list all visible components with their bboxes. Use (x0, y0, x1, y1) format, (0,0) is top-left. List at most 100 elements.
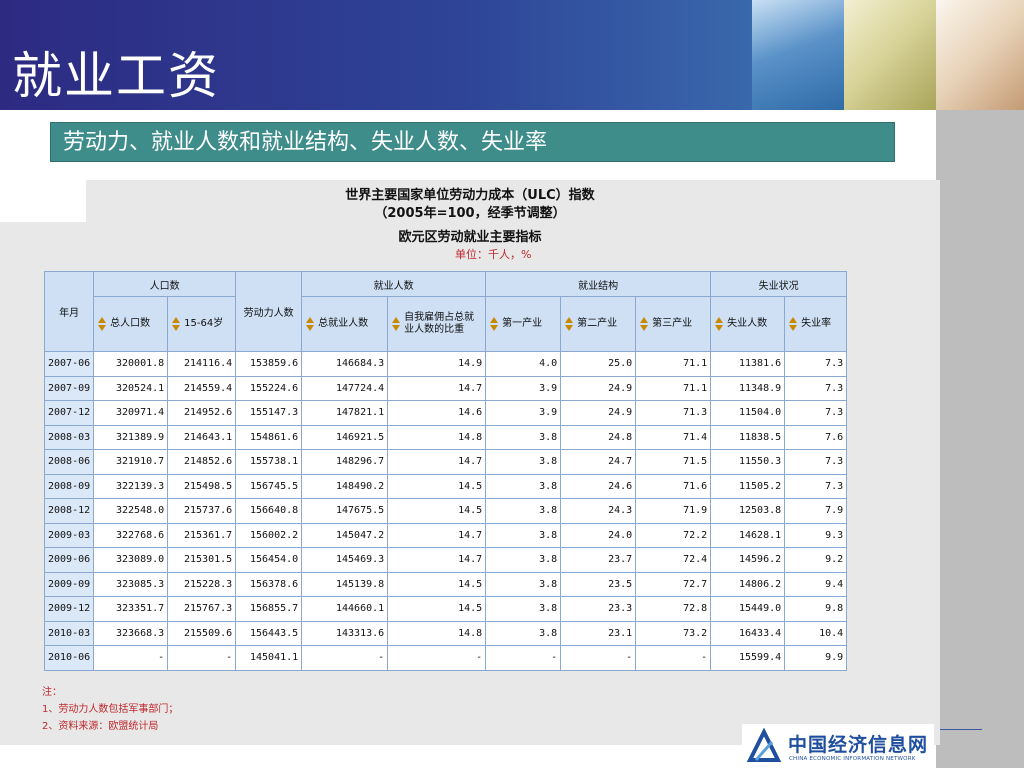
value-cell: 214852.6 (167, 449, 237, 475)
sort-arrows-icon[interactable] (171, 316, 181, 332)
sort-arrows-icon[interactable] (97, 316, 107, 332)
table-row: 2008-06 321910.7 214852.6 155738.1 148296.7 1… (43, 449, 848, 475)
value-cell: 11505.2 (710, 473, 786, 499)
column-header-1[interactable]: 15-64岁 (167, 296, 237, 352)
value-cell: 7.9 (784, 498, 848, 524)
value-cell: 24.0 (560, 522, 637, 548)
date-cell: 2008-09 (43, 473, 95, 499)
structure-header: 就业结构 (485, 271, 712, 297)
value-cell: 3.8 (485, 596, 562, 622)
table-row: 2008-09 322139.3 215498.5 156745.5 148490.2 1… (43, 473, 848, 499)
column-label: 失业人数 (727, 318, 768, 329)
subtitle-text: 劳动力、就业人数和就业结构、失业人数、失业率 (63, 130, 548, 155)
table-row: 2007-09 320524.1 214559.4 155224.6 147724.4 1… (43, 375, 848, 401)
value-cell: 14.7 (387, 449, 487, 475)
value-cell: 7.3 (784, 375, 848, 401)
value-cell: 9.8 (784, 596, 848, 622)
sort-arrows-icon[interactable] (564, 316, 574, 332)
value-cell: - (93, 645, 169, 671)
value-cell: 72.4 (635, 547, 712, 573)
sort-arrows-icon[interactable] (788, 316, 798, 332)
value-cell: 154861.6 (235, 424, 303, 450)
value-cell: 23.5 (560, 571, 637, 597)
figure-subtitle: （2005年=100，经季节调整） (374, 206, 566, 221)
value-cell: 146921.5 (301, 424, 389, 450)
table-row: 2009-12 323351.7 215767.3 156855.7 144660.1 1… (43, 596, 848, 622)
column-header-6[interactable]: 第三产业 (635, 296, 712, 352)
value-cell: 323668.3 (93, 620, 169, 646)
value-cell: 14596.2 (710, 547, 786, 573)
value-cell: 147675.5 (301, 498, 389, 524)
value-cell: 73.2 (635, 620, 712, 646)
column-header-8[interactable]: 失业率 (784, 296, 848, 352)
value-cell: 7.6 (784, 424, 848, 450)
value-cell: 24.7 (560, 449, 637, 475)
value-cell: 24.9 (560, 375, 637, 401)
value-cell: 14806.2 (710, 571, 786, 597)
value-cell: 214116.4 (167, 351, 237, 377)
value-cell: 23.3 (560, 596, 637, 622)
value-cell: 320971.4 (93, 400, 169, 426)
value-cell: 148490.2 (301, 473, 389, 499)
value-cell: 323089.0 (93, 547, 169, 573)
date-cell: 2007-12 (43, 400, 95, 426)
figure-title: 世界主要国家单位劳动力成本（ULC）指数 (345, 188, 595, 203)
column-header-5[interactable]: 第二产业 (560, 296, 637, 352)
value-cell: 215498.5 (167, 473, 237, 499)
sort-arrows-icon[interactable] (391, 316, 401, 332)
sort-arrows-icon[interactable] (714, 316, 724, 332)
value-cell: 321910.7 (93, 449, 169, 475)
value-cell: 14.5 (387, 596, 487, 622)
value-cell: 71.3 (635, 400, 712, 426)
value-cell: 11550.3 (710, 449, 786, 475)
value-cell: 14628.1 (710, 522, 786, 548)
value-cell: 7.3 (784, 351, 848, 377)
column-label: 自我雇佣占总就业人数的比重 (404, 312, 475, 335)
date-cell: 2009-03 (43, 522, 95, 548)
pen-photo (936, 0, 1024, 110)
column-header-4[interactable]: 第一产业 (485, 296, 562, 352)
sort-arrows-icon[interactable] (489, 316, 499, 332)
employment-header: 就业人数 (301, 271, 487, 297)
value-cell: 3.8 (485, 571, 562, 597)
value-cell: 156745.5 (235, 473, 303, 499)
value-cell: 72.2 (635, 522, 712, 548)
column-header-3[interactable]: 自我雇佣占总就业人数的比重 (387, 296, 487, 352)
column-label: 总就业人数 (318, 318, 369, 329)
value-cell: 3.8 (485, 498, 562, 524)
column-header-0[interactable]: 总人口数 (93, 296, 169, 352)
value-cell: 145047.2 (301, 522, 389, 548)
value-cell: 3.8 (485, 449, 562, 475)
labor-force-header: 劳动力人数 (235, 271, 303, 352)
note-heading: 注： (42, 687, 62, 698)
value-cell: 215737.6 (167, 498, 237, 524)
value-cell: 145469.3 (301, 547, 389, 573)
value-cell: 320524.1 (93, 375, 169, 401)
column-label: 第三产业 (652, 318, 693, 329)
value-cell: 214559.4 (167, 375, 237, 401)
value-cell: 3.9 (485, 400, 562, 426)
value-cell: 72.8 (635, 596, 712, 622)
value-cell: 24.8 (560, 424, 637, 450)
value-cell: - (167, 645, 237, 671)
value-cell: 11348.9 (710, 375, 786, 401)
value-cell: 215228.3 (167, 571, 237, 597)
side-strip (936, 110, 1024, 768)
date-cell: 2008-03 (43, 424, 95, 450)
sort-arrows-icon[interactable] (305, 316, 315, 332)
sort-arrows-icon[interactable] (639, 316, 649, 332)
date-cell: 2009-09 (43, 571, 95, 597)
value-cell: 215301.5 (167, 547, 237, 573)
value-cell: 156002.2 (235, 522, 303, 548)
coins-photo (844, 0, 936, 110)
column-header-2[interactable]: 总就业人数 (301, 296, 389, 352)
value-cell: 145139.8 (301, 571, 389, 597)
value-cell: 14.7 (387, 375, 487, 401)
value-cell: 14.7 (387, 547, 487, 573)
value-cell: 14.5 (387, 571, 487, 597)
value-cell: 4.0 (485, 351, 562, 377)
value-cell: 155147.3 (235, 400, 303, 426)
value-cell: 144660.1 (301, 596, 389, 622)
column-header-7[interactable]: 失业人数 (710, 296, 786, 352)
subtitle-bar: 劳动力、就业人数和就业结构、失业人数、失业率 (50, 122, 895, 162)
